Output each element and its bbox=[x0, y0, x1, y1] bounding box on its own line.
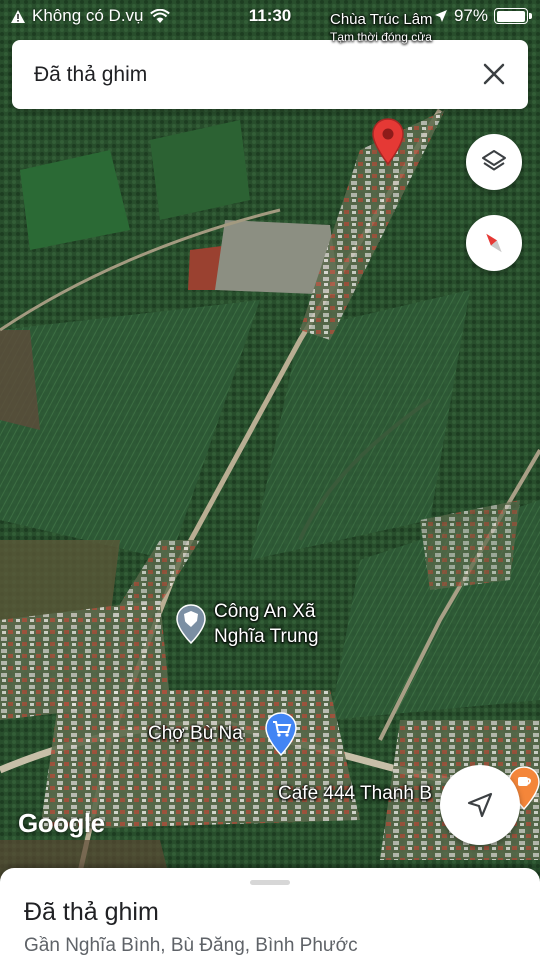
place-sheet[interactable]: Đã thả ghim Gần Nghĩa Bình, Bù Đăng, Bìn… bbox=[0, 868, 540, 960]
sheet-title: Đã thả ghim bbox=[24, 898, 159, 926]
police-label-line-2: Nghĩa Trung bbox=[214, 625, 319, 647]
google-logo: Google bbox=[18, 808, 105, 838]
location-arrow-icon bbox=[434, 10, 447, 22]
place-label-market[interactable]: Chợ Bù Na bbox=[148, 722, 243, 747]
sheet-drag-handle[interactable] bbox=[250, 880, 290, 885]
dropped-pin-icon[interactable] bbox=[372, 118, 404, 166]
close-icon bbox=[483, 63, 505, 85]
layers-icon bbox=[482, 150, 506, 171]
police-station-icon[interactable] bbox=[176, 604, 206, 644]
layers-button[interactable] bbox=[466, 134, 522, 190]
pagoda-name: Chùa Trúc Lâm bbox=[330, 11, 433, 28]
my-location-icon bbox=[467, 792, 493, 818]
compass-button[interactable] bbox=[466, 215, 522, 271]
pagoda-status: Tạm thời đóng cửa bbox=[330, 29, 432, 44]
place-label-pagoda[interactable]: Chùa Trúc Lâm Tạm thời đóng cửa bbox=[330, 10, 433, 45]
battery-fill bbox=[496, 10, 525, 22]
search-bar[interactable]: Đã thả ghim bbox=[12, 40, 528, 109]
status-right: 97% bbox=[434, 6, 532, 26]
sheet-subtitle: Gần Nghĩa Bình, Bù Đăng, Bình Phước bbox=[24, 935, 358, 956]
status-bar: Không có D.vụ 11:30 97% bbox=[0, 0, 540, 34]
my-location-button[interactable] bbox=[440, 765, 520, 845]
battery-percent: 97% bbox=[453, 6, 488, 25]
place-label-police[interactable]: Công An Xã Nghĩa Trung bbox=[214, 600, 319, 649]
place-label-cafe[interactable]: Cafe 444 Thanh B bbox=[278, 782, 432, 807]
close-button[interactable] bbox=[478, 58, 510, 90]
police-label-line-1: Công An Xã bbox=[214, 601, 316, 622]
battery-icon bbox=[494, 8, 532, 24]
shopping-cart-icon[interactable] bbox=[265, 712, 297, 756]
compass-icon bbox=[486, 233, 502, 253]
search-title[interactable]: Đã thả ghim bbox=[34, 63, 147, 87]
